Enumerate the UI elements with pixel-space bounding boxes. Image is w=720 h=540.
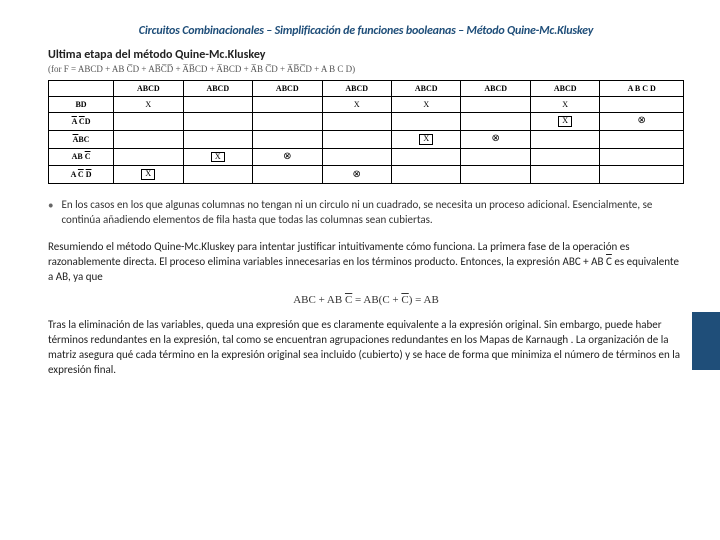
table-cell [322,113,391,131]
th: A B C D [600,81,684,97]
circle-mark-icon: ⊗ [492,134,500,144]
table-cell [391,113,460,131]
table-cell [322,130,391,148]
th: ABCD [530,81,599,97]
table-cell [530,130,599,148]
row-label: ABC [49,130,114,148]
table-cell [183,130,252,148]
table-cell: X [391,130,460,148]
table-cell: ⊗ [322,166,391,184]
table-cell [461,166,530,184]
table-cell [391,166,460,184]
table-row: A CD X ⊗ [49,113,684,131]
table-cell [114,113,183,131]
table-cell [114,148,183,166]
row-label: A CD [49,113,114,131]
boxed-mark: X [419,134,433,145]
table-cell: ⊗ [461,130,530,148]
table-cell [183,113,252,131]
table-cell [253,130,322,148]
table-cell: X [322,97,391,113]
table-cell: X [530,97,599,113]
bullet-paragraph: • En los casos en los que algunas column… [48,198,684,228]
table-cell: X [183,148,252,166]
table-cell [461,148,530,166]
circle-mark-icon: ⊗ [283,152,291,162]
table-cell: X [530,113,599,131]
th: ABCD [461,81,530,97]
table-cell [461,113,530,131]
th: ABCD [253,81,322,97]
table-cell [391,148,460,166]
circle-mark-icon: ⊗ [353,170,361,180]
table-cell [530,148,599,166]
row-label: A C D [49,166,114,184]
table-cell [530,166,599,184]
table-row: ABC X ⊗ [49,130,684,148]
boxed-mark: X [141,169,155,180]
th: ABCD [183,81,252,97]
boxed-mark: X [211,152,225,163]
table-cell [600,166,684,184]
table-cell [461,97,530,113]
row-label: BD [49,97,114,113]
table-cell [600,97,684,113]
table-cell [322,148,391,166]
table-cell: ⊗ [600,113,684,131]
para1-mid: AB C [591,255,612,268]
para1-a: Resumiendo el método Quine-Mc.Kluskey pa… [48,240,630,268]
table-cell: X [391,97,460,113]
table-cell: X [114,166,183,184]
th: ABCD [322,81,391,97]
bullet-dot-icon: • [48,198,53,228]
section-subtitle: Ultima etapa del método Quine-Mc.Kluskey [48,48,684,62]
row-label: AB C [49,148,114,166]
formula-line: (for F = ABCD + AB C̅D + AB̅C̅D̅ + A̅B̅C… [48,64,684,74]
th-blank [49,81,114,97]
table-header-row: ABCD ABCD ABCD ABCD ABCD ABCD ABCD A B C… [49,81,684,97]
table-cell: X [114,97,183,113]
paragraph-1: Resumiendo el método Quine-Mc.Kluskey pa… [48,240,684,285]
accent-bar [692,312,720,370]
table-cell [183,166,252,184]
table-row: BDXXXX [49,97,684,113]
th: ABCD [114,81,183,97]
table-cell: ⊗ [253,148,322,166]
table-cell [600,130,684,148]
equation: ABC + AB C = AB(C + C) = AB [48,294,684,306]
qm-table: ABCD ABCD ABCD ABCD ABCD ABCD ABCD A B C… [48,80,684,184]
table-cell [114,130,183,148]
circle-mark-icon: ⊗ [638,116,646,126]
boxed-mark: X [558,116,572,127]
th: ABCD [391,81,460,97]
bullet-text: En los casos en los que algunas columnas… [61,198,684,228]
table-row: A C D X ⊗ [49,166,684,184]
paragraph-2: Tras la eliminación de las variables, qu… [48,318,684,377]
table-cell [600,148,684,166]
table-cell [183,97,252,113]
table-row: AB C X ⊗ [49,148,684,166]
table-cell [253,97,322,113]
table-cell [253,113,322,131]
table-cell [253,166,322,184]
page-title: Circuitos Combinacionales – Simplificaci… [48,24,684,38]
